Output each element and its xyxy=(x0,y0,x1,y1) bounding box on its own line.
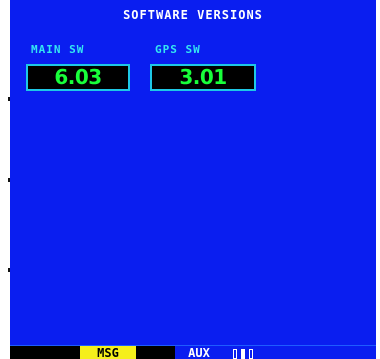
main-sw-value: 6.03 xyxy=(26,64,130,91)
page-group-label: AUX xyxy=(188,346,210,359)
page-title: SOFTWARE VERSIONS xyxy=(123,8,263,22)
main-sw-label: MAIN SW xyxy=(31,43,85,56)
msg-indicator[interactable]: MSG xyxy=(80,346,136,359)
status-bar: MSG AUX xyxy=(10,345,376,359)
gps-sw-label: GPS SW xyxy=(155,43,201,56)
page-group-indicator: AUX xyxy=(175,346,376,359)
display-screen: SOFTWARE VERSIONS MAIN SW 6.03 GPS SW 3.… xyxy=(10,0,376,359)
page-pip-icon xyxy=(249,349,253,359)
page-pip-active-icon xyxy=(241,349,245,359)
page-pip-icon xyxy=(233,349,237,359)
gps-sw-value: 3.01 xyxy=(150,64,256,91)
